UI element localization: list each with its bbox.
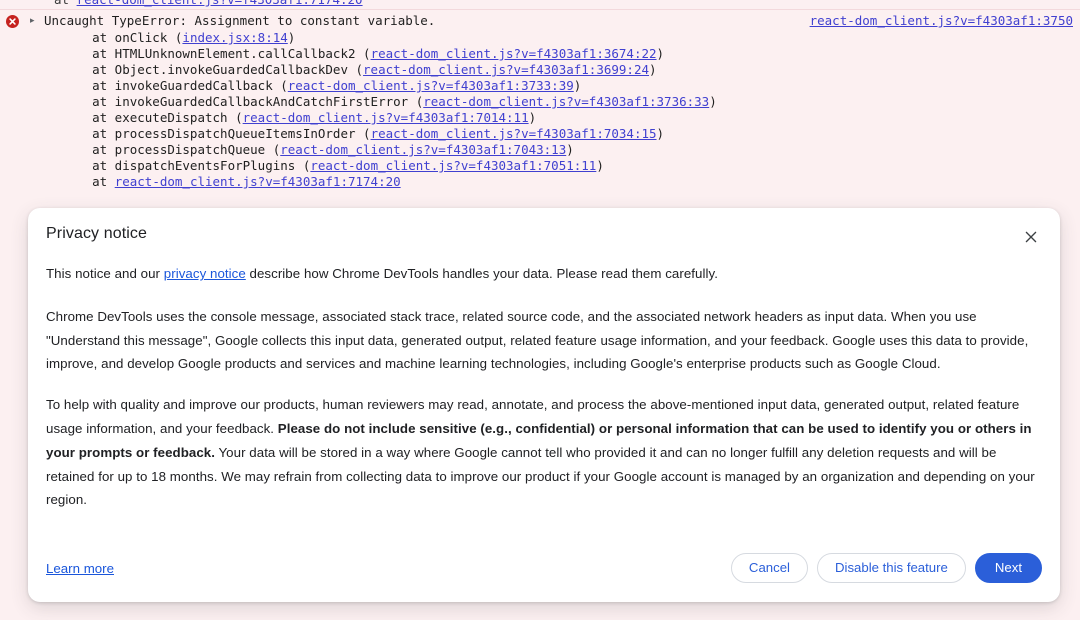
- stack-trace-row: at onClick (index.jsx:8:14): [0, 30, 1080, 46]
- lead-text-after: describe how Chrome DevTools handles you…: [246, 266, 718, 281]
- stack-row-link[interactable]: react-dom_client.js?v=f4303af1:7014:11: [243, 110, 529, 125]
- console-error-source-link[interactable]: react-dom_client.js?v=f4303af1:3750: [810, 12, 1073, 30]
- stack-trace-row: at processDispatchQueue (react-dom_clien…: [0, 142, 1080, 158]
- learn-more-link[interactable]: Learn more: [46, 561, 114, 576]
- error-circle-icon: [6, 15, 19, 28]
- stack-row-suffix: ): [657, 126, 665, 141]
- dialog-footer: Learn more Cancel Disable this feature N…: [46, 552, 1042, 584]
- stack-row-link[interactable]: index.jsx:8:14: [182, 30, 287, 45]
- stack-row-link[interactable]: react-dom_client.js?v=f4303af1:3733:39: [288, 78, 574, 93]
- dialog-body: This notice and our privacy notice descr…: [46, 262, 1042, 533]
- dialog-lead-paragraph: This notice and our privacy notice descr…: [46, 262, 1042, 286]
- dialog-paragraph-data-usage: Chrome DevTools uses the console message…: [46, 305, 1042, 376]
- stack-row-suffix: ): [529, 110, 537, 125]
- stack-row-link[interactable]: react-dom_client.js?v=f4303af1:7174:20: [115, 174, 401, 189]
- stack-row-text: at HTMLUnknownElement.callCallback2 (: [62, 46, 371, 61]
- privacy-notice-link[interactable]: privacy notice: [164, 266, 246, 281]
- console-bottom-strip: [0, 608, 1080, 620]
- console-error-header: ▸ Uncaught TypeError: Assignment to cons…: [0, 12, 1080, 30]
- stack-row-suffix: ): [288, 30, 296, 45]
- stack-trace-row: at Object.invokeGuardedCallbackDev (reac…: [0, 62, 1080, 78]
- stack-row-suffix: ): [596, 158, 604, 173]
- next-button[interactable]: Next: [975, 553, 1042, 583]
- stack-trace-row: at react-dom_client.js?v=f4303af1:7174:2…: [0, 174, 1080, 190]
- stack-trace-row: at invokeGuardedCallback (react-dom_clie…: [0, 78, 1080, 94]
- console-error-title: Uncaught TypeError: Assignment to consta…: [44, 12, 435, 30]
- dialog-paragraph-human-review: To help with quality and improve our pro…: [46, 393, 1042, 512]
- stack-trace-row: at processDispatchQueueItemsInOrder (rea…: [0, 126, 1080, 142]
- stack-trace-row: at HTMLUnknownElement.callCallback2 (rea…: [0, 46, 1080, 62]
- dialog-title: Privacy notice: [46, 225, 147, 243]
- stack-row-link[interactable]: react-dom_client.js?v=f4303af1:7034:15: [371, 126, 657, 141]
- stack-row-text: at Object.invokeGuardedCallbackDev (: [62, 62, 363, 77]
- console-stack-trace: at onClick (index.jsx:8:14) at HTMLUnkno…: [0, 30, 1080, 190]
- stack-row-suffix: ): [709, 94, 717, 109]
- disable-feature-button[interactable]: Disable this feature: [817, 553, 966, 583]
- stack-trace-row: at invokeGuardedCallbackAndCatchFirstErr…: [0, 94, 1080, 110]
- stack-trace-row: at dispatchEventsForPlugins (react-dom_c…: [0, 158, 1080, 174]
- stack-row-text: at processDispatchQueue (: [62, 142, 280, 157]
- stack-row-suffix: ): [657, 46, 665, 61]
- cancel-button[interactable]: Cancel: [731, 553, 808, 583]
- stack-row-text: at dispatchEventsForPlugins (: [62, 158, 310, 173]
- console-row-divider: [0, 9, 1080, 10]
- stack-row-text: at onClick (: [62, 30, 182, 45]
- stack-row-link[interactable]: react-dom_client.js?v=f4303af1:3699:24: [363, 62, 649, 77]
- stack-row-link[interactable]: react-dom_client.js?v=f4303af1:3736:33: [423, 94, 709, 109]
- stack-row-suffix: ): [566, 142, 574, 157]
- stack-row-link[interactable]: react-dom_client.js?v=f4303af1:3674:22: [371, 46, 657, 61]
- stack-row-text: at invokeGuardedCallbackAndCatchFirstErr…: [62, 94, 423, 109]
- dialog-button-row: Cancel Disable this feature Next: [731, 553, 1042, 583]
- stack-trace-row: at executeDispatch (react-dom_client.js?…: [0, 110, 1080, 126]
- stack-row-text: at invokeGuardedCallback (: [62, 78, 288, 93]
- stack-row-link[interactable]: react-dom_client.js?v=f4303af1:7051:11: [310, 158, 596, 173]
- stack-row-text: at executeDispatch (: [62, 110, 243, 125]
- stack-row-text: at: [62, 174, 115, 189]
- stack-row-suffix: ): [574, 78, 582, 93]
- stack-row-link[interactable]: react-dom_client.js?v=f4303af1:7043:13: [280, 142, 566, 157]
- stack-row-text: at processDispatchQueueItemsInOrder (: [62, 126, 371, 141]
- clipped-row-link[interactable]: react-dom_client.js?v=f4303af1:7174:20: [77, 0, 363, 7]
- stack-row-suffix: ): [649, 62, 657, 77]
- lead-text-before: This notice and our: [46, 266, 164, 281]
- clipped-row-prefix: at: [54, 0, 77, 7]
- console-error-entry[interactable]: ▸ Uncaught TypeError: Assignment to cons…: [0, 12, 1080, 190]
- disclosure-triangle-icon[interactable]: ▸: [30, 12, 42, 30]
- dialog-header: Privacy notice: [46, 208, 1042, 262]
- privacy-notice-dialog: Privacy notice This notice and our priva…: [28, 208, 1060, 602]
- console-clipped-row: at react-dom_client.js?v=f4303af1:7174:2…: [0, 0, 1080, 9]
- close-icon[interactable]: [1020, 226, 1042, 248]
